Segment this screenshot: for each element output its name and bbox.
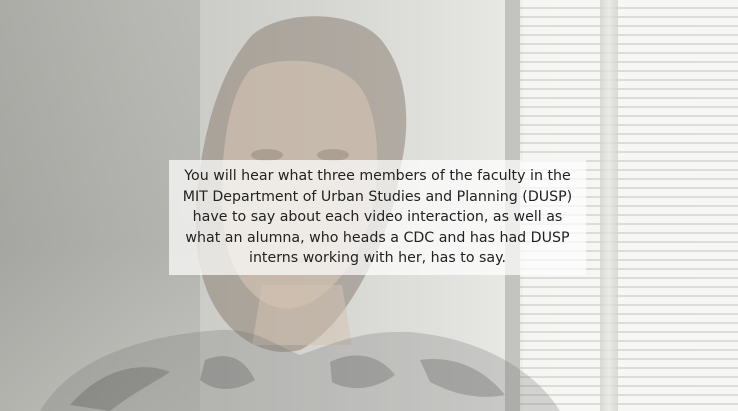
caption-overlay: You will hear what three members of the … (169, 160, 586, 275)
speaker-neck (252, 285, 352, 345)
video-frame: You will hear what three members of the … (0, 0, 738, 411)
caption-text: You will hear what three members of the … (182, 168, 573, 267)
